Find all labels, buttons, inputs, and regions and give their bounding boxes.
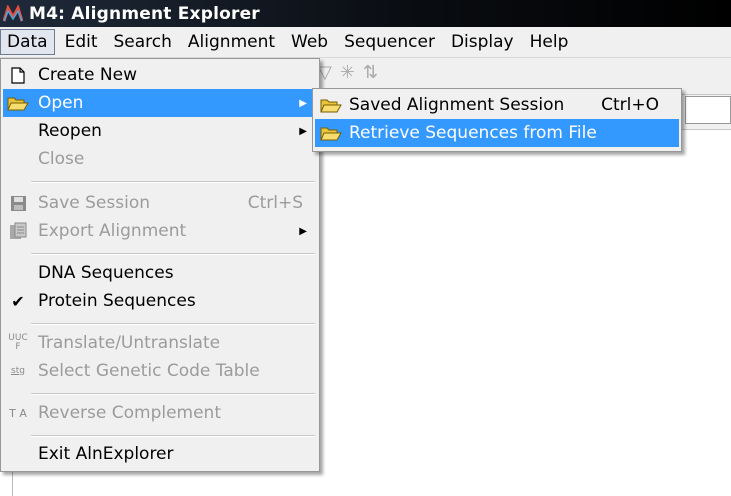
new-document-icon (5, 62, 31, 88)
menu-item-protein-sequences[interactable]: ✔ Protein Sequences (3, 287, 317, 315)
menu-item-label: Save Session (38, 193, 150, 213)
menu-item-label: Close (38, 149, 85, 169)
menu-item-create-new[interactable]: Create New (3, 61, 317, 89)
submenu-item-saved-session[interactable]: Saved Alignment Session Ctrl+O (315, 91, 679, 119)
menu-item-close[interactable]: Close (3, 145, 317, 173)
menu-help[interactable]: Help (524, 29, 575, 55)
submenu-item-label: Saved Alignment Session (349, 95, 565, 115)
data-menu: Create New Open ▶ Reopen ▶ Close Save Se… (0, 58, 320, 472)
menu-item-reopen[interactable]: Reopen ▶ (3, 117, 317, 145)
menu-web[interactable]: Web (285, 29, 334, 55)
submenu-item-label: Retrieve Sequences from File (349, 123, 597, 143)
reverse-complement-icon: T A (9, 406, 27, 420)
menu-display[interactable]: Display (445, 29, 520, 55)
menu-item-save-session[interactable]: Save Session Ctrl+S (3, 189, 317, 217)
open-submenu: Saved Alignment Session Ctrl+O Retrieve … (312, 88, 682, 152)
menu-bar: Data Edit Search Alignment Web Sequencer… (0, 27, 731, 58)
menu-separator (31, 253, 315, 255)
menu-item-label: Exit AlnExplorer (38, 444, 174, 464)
menu-item-label: Protein Sequences (38, 291, 196, 311)
toolbar-icons: ▽✳⇅ (318, 62, 386, 83)
mega-logo-icon[interactable] (3, 4, 23, 24)
filter-icon[interactable]: ▽ (318, 62, 340, 83)
checkmark-icon: ✔ (11, 291, 25, 311)
menu-item-label: Reverse Complement (38, 403, 221, 423)
menu-separator (31, 181, 315, 183)
menu-search[interactable]: Search (108, 29, 178, 55)
window-title: M4: Alignment Explorer (29, 3, 260, 24)
submenu-arrow-icon: ▶ (299, 97, 307, 109)
menu-sequencer[interactable]: Sequencer (338, 29, 441, 55)
sort-icon[interactable]: ⇅ (363, 62, 386, 83)
submenu-item-shortcut: Ctrl+O (601, 95, 659, 115)
title-bar: M4: Alignment Explorer (0, 0, 731, 27)
menu-separator (31, 393, 315, 395)
open-folder-icon (318, 120, 344, 146)
site-field[interactable] (685, 96, 731, 124)
genetic-code-icon: stg (11, 365, 25, 376)
menu-item-label: Export Alignment (38, 221, 187, 241)
open-folder-icon (5, 90, 31, 116)
menu-item-select-genetic-code[interactable]: stg Select Genetic Code Table (3, 357, 317, 385)
mark-icon[interactable]: ✳ (340, 62, 363, 83)
export-icon (5, 218, 31, 244)
save-disk-icon (5, 190, 31, 216)
menu-separator (31, 323, 315, 325)
menu-item-label: Select Genetic Code Table (38, 361, 260, 381)
menu-item-open[interactable]: Open ▶ (3, 89, 317, 117)
submenu-arrow-icon: ▶ (299, 225, 307, 237)
menu-alignment[interactable]: Alignment (182, 29, 281, 55)
menu-item-exit[interactable]: Exit AlnExplorer (3, 440, 317, 468)
menu-item-label: Reopen (38, 121, 102, 141)
submenu-item-retrieve-file[interactable]: Retrieve Sequences from File (315, 119, 679, 147)
open-folder-icon (318, 92, 344, 118)
menu-item-label: Create New (38, 65, 137, 85)
menu-edit[interactable]: Edit (59, 29, 104, 55)
submenu-arrow-icon: ▶ (299, 125, 307, 137)
menu-item-translate[interactable]: UUC F Translate/Untranslate (3, 329, 317, 357)
menu-item-label: Translate/Untranslate (38, 333, 221, 353)
translate-icon: UUC F (8, 333, 28, 352)
menu-item-label: Open (38, 93, 84, 113)
menu-data[interactable]: Data (0, 29, 55, 55)
menu-item-reverse-complement[interactable]: T A Reverse Complement (3, 399, 317, 427)
menu-item-label: DNA Sequences (38, 263, 174, 283)
menu-separator (31, 435, 315, 437)
menu-item-shortcut: Ctrl+S (247, 193, 303, 213)
menu-item-export-alignment[interactable]: Export Alignment ▶ (3, 217, 317, 245)
menu-item-dna-sequences[interactable]: DNA Sequences (3, 259, 317, 287)
